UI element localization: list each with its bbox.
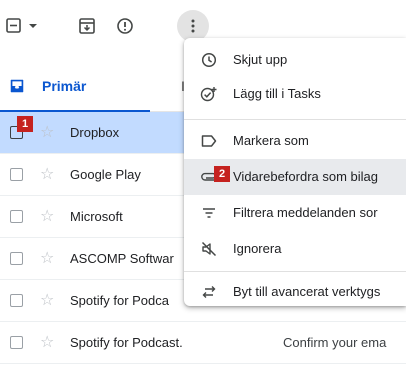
- menu-item-mute[interactable]: Ignorera: [184, 231, 406, 267]
- report-spam-button[interactable]: [113, 14, 137, 38]
- menu-item-add-to-tasks[interactable]: Lägg till i Tasks: [184, 76, 406, 112]
- email-sender: Dropbox: [70, 125, 120, 140]
- email-sender: Spotify for Podcast.: [70, 335, 183, 350]
- email-snippet: Confirm your ema: [283, 335, 387, 350]
- menu-item-label: Ignorera: [233, 241, 282, 256]
- menu-item-label: Vidarebefordra som bilag: [233, 169, 379, 184]
- menu-item-label: Markera som: [233, 133, 309, 148]
- select-checkbox-dropdown[interactable]: [4, 14, 44, 38]
- star-icon[interactable]: ☆: [40, 122, 54, 142]
- menu-item-snooze[interactable]: Skjut upp: [184, 42, 406, 78]
- filter-icon: [200, 204, 218, 222]
- menu-item-switch-toolbar[interactable]: Byt till avancerat verktygs: [184, 274, 406, 306]
- star-icon[interactable]: ☆: [40, 290, 54, 310]
- email-sender: Microsoft: [70, 209, 123, 224]
- checkbox-dropdown-icon: [6, 18, 37, 33]
- mute-icon: [200, 240, 218, 258]
- menu-divider: [184, 271, 406, 272]
- report-spam-icon: [117, 18, 133, 34]
- archive-button[interactable]: [75, 14, 99, 38]
- row-checkbox[interactable]: [10, 294, 23, 307]
- annotation-badge-2: 2: [214, 166, 230, 182]
- menu-item-label: Byt till avancerat verktygs: [233, 284, 381, 299]
- row-checkbox[interactable]: [10, 336, 23, 349]
- row-checkbox[interactable]: [10, 210, 23, 223]
- star-icon[interactable]: ☆: [40, 164, 54, 184]
- archive-icon: [79, 18, 95, 34]
- email-sender: ASCOMP Softwar: [70, 251, 174, 266]
- star-icon[interactable]: ☆: [40, 248, 54, 268]
- row-checkbox[interactable]: [10, 168, 23, 181]
- tab-primary-label: Primär: [42, 78, 87, 94]
- more-vert-icon: [191, 19, 195, 33]
- email-row[interactable]: ☆ Spotify for Podcast. Confirm your ema: [0, 322, 406, 364]
- star-icon[interactable]: ☆: [40, 206, 54, 226]
- menu-item-mark-as[interactable]: Markera som: [184, 123, 406, 159]
- switch-toolbar-icon: [200, 283, 218, 301]
- annotation-badge-1: 1: [17, 116, 33, 132]
- add-task-icon: [200, 85, 218, 103]
- menu-item-label: Lägg till i Tasks: [233, 86, 321, 101]
- email-sender: Google Play: [70, 167, 141, 182]
- menu-item-label: Skjut upp: [233, 52, 288, 67]
- menu-item-filter-messages[interactable]: Filtrera meddelanden sor: [184, 195, 406, 231]
- inbox-icon: [10, 79, 24, 93]
- clock-icon: [200, 51, 218, 69]
- menu-divider: [184, 119, 406, 120]
- star-icon[interactable]: ☆: [40, 332, 54, 352]
- label-icon: [200, 132, 218, 150]
- email-sender: Spotify for Podca: [70, 293, 169, 308]
- tab-primary[interactable]: Primär: [0, 62, 150, 113]
- menu-item-label: Filtrera meddelanden sor: [233, 205, 378, 220]
- row-checkbox[interactable]: [10, 252, 23, 265]
